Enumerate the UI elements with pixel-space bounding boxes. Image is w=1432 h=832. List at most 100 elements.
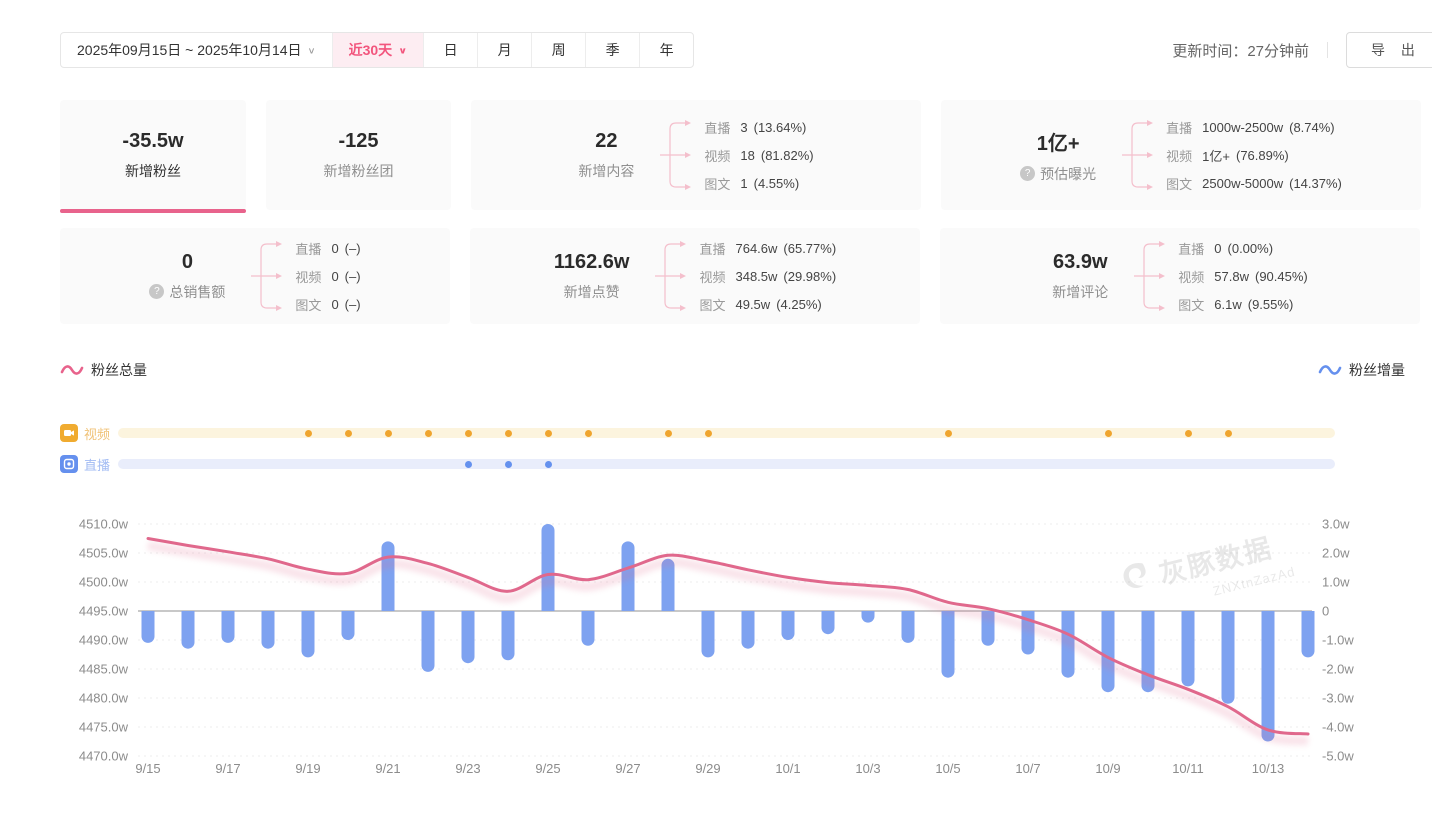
content-marker-dot[interactable] (385, 430, 392, 437)
svg-text:9/25: 9/25 (535, 761, 560, 776)
breakdown-row: 视频0(–) (295, 262, 360, 290)
quick-range-text: 近30天 (349, 40, 393, 60)
fans-trend-chart[interactable]: 4510.0w4505.0w4500.0w4495.0w4490.0w4485.… (0, 505, 1432, 825)
breakdown-row: 视频348.5w(29.98%) (699, 262, 836, 290)
stat-card-estimated-exposure[interactable]: 1亿+ ? 预估曝光 直播1000w-2500w(8.74%) 视频1亿+(76.… (941, 100, 1421, 210)
stat-value: 1亿+ (1037, 127, 1080, 156)
toolbar: 2025年09月15日 ~ 2025年10月14日 ∨ 近30天 ∨ 日 月 周… (60, 32, 1432, 68)
breakdown-row: 视频1亿+(76.89%) (1166, 141, 1342, 169)
stat-card-total-sales[interactable]: 0 ? 总销售额 直播0(–) 视频0(–) 图文0(–) (60, 228, 450, 324)
legend-fan-increment[interactable]: 粉丝增量 (1318, 360, 1405, 380)
breakdown-list: 直播1000w-2500w(8.74%) 视频1亿+(76.89%) 图文250… (1166, 113, 1342, 197)
stat-value: -125 (338, 130, 378, 153)
breakdown-row: 图文1(4.55%) (704, 169, 813, 197)
video-marker-row: 视频 (60, 424, 1335, 442)
svg-text:4505.0w: 4505.0w (79, 546, 129, 561)
svg-text:-5.0w: -5.0w (1322, 749, 1354, 764)
svg-text:9/19: 9/19 (295, 761, 320, 776)
live-row-label: 直播 (84, 455, 110, 474)
live-marker-strip (118, 459, 1335, 469)
breakdown-list: 直播0(0.00%) 视频57.8w(90.45%) 图文6.1w(9.55%) (1178, 234, 1307, 318)
stat-card-new-fan-club[interactable]: -125 新增粉丝团 (266, 100, 451, 210)
svg-text:10/13: 10/13 (1252, 761, 1285, 776)
tab-week[interactable]: 周 (531, 33, 585, 67)
stat-value: 0 (182, 251, 193, 274)
breakdown-row: 视频57.8w(90.45%) (1178, 262, 1307, 290)
content-marker-dot[interactable] (1105, 430, 1112, 437)
content-marker-dot[interactable] (465, 430, 472, 437)
svg-text:9/15: 9/15 (135, 761, 160, 776)
breakdown-bracket (653, 234, 687, 318)
svg-text:4475.0w: 4475.0w (79, 720, 129, 735)
breakdown-row: 图文49.5w(4.25%) (699, 290, 836, 318)
content-marker-dot[interactable] (585, 430, 592, 437)
live-icon (60, 455, 78, 473)
quick-range-selector[interactable]: 近30天 ∨ (332, 33, 424, 67)
breakdown-bracket (658, 113, 692, 197)
breakdown-row: 直播3(13.64%) (704, 113, 813, 141)
tab-year[interactable]: 年 (639, 33, 693, 67)
content-marker-dot[interactable] (545, 461, 552, 468)
breakdown-list: 直播0(–) 视频0(–) 图文0(–) (295, 234, 360, 318)
svg-text:-3.0w: -3.0w (1322, 691, 1354, 706)
content-marker-dot[interactable] (705, 430, 712, 437)
svg-text:3.0w: 3.0w (1322, 517, 1350, 532)
legend-fan-total[interactable]: 粉丝总量 (60, 360, 147, 380)
video-marker-strip (118, 428, 1335, 438)
pink-wave-icon (60, 363, 84, 377)
breakdown-bracket (1120, 113, 1154, 197)
svg-text:10/1: 10/1 (775, 761, 800, 776)
active-underline (60, 209, 246, 213)
breakdown-row: 直播1000w-2500w(8.74%) (1166, 113, 1342, 141)
content-marker-dot[interactable] (945, 430, 952, 437)
stat-label: 预估曝光 (1040, 164, 1096, 184)
breakdown-row: 直播0(0.00%) (1178, 234, 1307, 262)
content-marker-dot[interactable] (465, 461, 472, 468)
date-range-selector[interactable]: 2025年09月15日 ~ 2025年10月14日 ∨ (61, 33, 332, 67)
date-range-text: 2025年09月15日 ~ 2025年10月14日 (77, 40, 302, 60)
breakdown-row: 图文2500w-5000w(14.37%) (1166, 169, 1342, 197)
content-marker-dot[interactable] (1185, 430, 1192, 437)
stat-label: 总销售额 (169, 282, 225, 302)
svg-text:4510.0w: 4510.0w (79, 517, 129, 532)
content-marker-dot[interactable] (305, 430, 312, 437)
svg-text:4500.0w: 4500.0w (79, 575, 129, 590)
stat-card-new-content[interactable]: 22 新增内容 直播3(13.64%) 视频18(81.82%) 图文1(4.5… (471, 100, 921, 210)
stat-label: 新增点赞 (564, 282, 620, 302)
content-marker-dot[interactable] (345, 430, 352, 437)
svg-text:9/17: 9/17 (215, 761, 240, 776)
breakdown-row: 直播764.6w(65.77%) (699, 234, 836, 262)
content-marker-dot[interactable] (505, 430, 512, 437)
svg-text:-1.0w: -1.0w (1322, 633, 1354, 648)
chevron-down-icon: ∨ (398, 45, 407, 55)
help-icon[interactable]: ? (149, 284, 164, 299)
tab-quarter[interactable]: 季 (585, 33, 639, 67)
stat-label: 新增粉丝团 (324, 161, 394, 181)
svg-text:9/29: 9/29 (695, 761, 720, 776)
svg-text:10/11: 10/11 (1172, 761, 1204, 776)
svg-text:2.0w: 2.0w (1322, 546, 1350, 561)
content-marker-dot[interactable] (505, 461, 512, 468)
svg-text:10/5: 10/5 (935, 761, 960, 776)
svg-text:4485.0w: 4485.0w (79, 662, 129, 677)
tab-month[interactable]: 月 (477, 33, 531, 67)
stat-card-new-fans[interactable]: -35.5w 新增粉丝 (60, 100, 246, 210)
breakdown-row: 图文0(–) (295, 290, 360, 318)
svg-text:0: 0 (1322, 604, 1329, 619)
content-marker-dot[interactable] (545, 430, 552, 437)
help-icon[interactable]: ? (1020, 166, 1035, 181)
content-marker-dot[interactable] (1225, 430, 1232, 437)
stat-card-new-likes[interactable]: 1162.6w 新增点赞 直播764.6w(65.77%) 视频348.5w(2… (470, 228, 920, 324)
content-marker-dot[interactable] (665, 430, 672, 437)
stat-card-new-comments[interactable]: 63.9w 新增评论 直播0(0.00%) 视频57.8w(90.45%) 图文… (940, 228, 1420, 324)
update-time: 更新时间：27分钟前 (1172, 40, 1309, 61)
stat-value: 22 (595, 130, 617, 153)
tab-day[interactable]: 日 (423, 33, 477, 67)
svg-text:10/3: 10/3 (855, 761, 880, 776)
svg-text:4470.0w: 4470.0w (79, 749, 129, 764)
breakdown-list: 直播764.6w(65.77%) 视频348.5w(29.98%) 图文49.5… (699, 234, 836, 318)
live-marker-row: 直播 (60, 455, 1335, 473)
breakdown-row: 直播0(–) (295, 234, 360, 262)
content-marker-dot[interactable] (425, 430, 432, 437)
export-button[interactable]: 导 出 (1346, 32, 1432, 68)
